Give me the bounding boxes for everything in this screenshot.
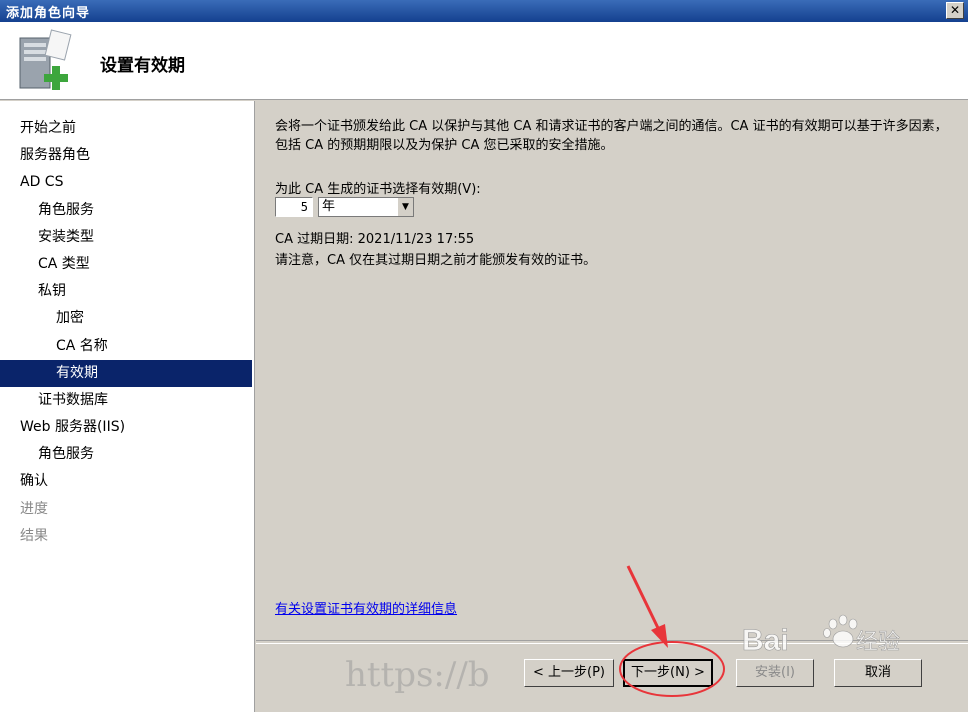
sidebar-item[interactable]: 加密 xyxy=(0,305,252,332)
sidebar-item[interactable]: 角色服务 xyxy=(0,197,252,224)
expiry-label: CA 过期日期: xyxy=(275,232,354,247)
title-bar: 添加角色向导 ✕ xyxy=(0,0,968,22)
install-button[interactable]: 安装(I) xyxy=(736,659,814,687)
expiry-value: 2021/11/23 17:55 xyxy=(357,232,475,247)
sidebar-item[interactable]: 角色服务 xyxy=(0,441,252,468)
page-title: 设置有效期 xyxy=(100,56,185,76)
sidebar-item[interactable]: 开始之前 xyxy=(0,115,252,142)
server-add-icon xyxy=(19,29,72,90)
expiry-note: 请注意，CA 仅在其过期日期之前才能颁发有效的证书。 xyxy=(275,253,597,268)
validity-unit-select[interactable]: 年 ▼ xyxy=(318,197,414,217)
close-icon[interactable]: ✕ xyxy=(946,2,964,19)
wizard-header: 设置有效期 xyxy=(0,22,968,100)
content-panel: 会将一个证书颁发给此 CA 以保护与其他 CA 和请求证书的客户端之间的通信。C… xyxy=(256,101,968,641)
sidebar-item[interactable]: 服务器角色 xyxy=(0,142,252,169)
button-divider xyxy=(256,640,968,644)
url-watermark: https://b xyxy=(345,655,490,695)
sidebar-item[interactable]: 进度 xyxy=(0,496,252,523)
validity-period-label: 为此 CA 生成的证书选择有效期(V): xyxy=(275,182,481,197)
chevron-down-icon[interactable]: ▼ xyxy=(397,198,413,216)
validity-unit-value: 年 xyxy=(322,199,336,214)
sidebar-item[interactable]: 有效期 xyxy=(0,359,252,387)
expiry-date: CA 过期日期: 2021/11/23 17:55 xyxy=(275,228,474,247)
sidebar-item[interactable]: CA 类型 xyxy=(0,251,252,278)
wizard-step-list: 开始之前 服务器角色 AD CS 角色服务 安装类型 CA 类型 私钥 加密 CA 名称 有效期证… xyxy=(0,115,252,550)
sidebar-item[interactable]: 私钥 xyxy=(0,278,252,305)
back-button[interactable]: < 上一步(P) xyxy=(524,659,614,687)
sidebar-item[interactable]: 确认 xyxy=(0,468,252,495)
validity-help-link[interactable]: 有关设置证书有效期的详细信息 xyxy=(275,598,457,617)
cancel-button[interactable]: 取消 xyxy=(834,659,922,687)
sidebar-item[interactable]: Web 服务器(IIS) xyxy=(0,414,252,441)
next-button[interactable]: 下一步(N) > xyxy=(623,659,713,687)
wizard-sidebar: 开始之前 服务器角色 AD CS 角色服务 安装类型 CA 类型 私钥 加密 CA 名称 有效期证… xyxy=(0,101,255,712)
sidebar-item[interactable]: 安装类型 xyxy=(0,224,252,251)
sidebar-item[interactable]: CA 名称 xyxy=(0,333,252,360)
validity-description: 会将一个证书颁发给此 CA 以保护与其他 CA 和请求证书的客户端之间的通信。C… xyxy=(275,119,948,153)
window-title: 添加角色向导 xyxy=(6,5,91,21)
sidebar-item[interactable]: 结果 xyxy=(0,523,252,550)
sidebar-item[interactable]: AD CS xyxy=(0,169,252,196)
sidebar-item[interactable]: 证书数据库 xyxy=(0,387,252,414)
validity-period-input[interactable]: 5 xyxy=(275,197,313,217)
